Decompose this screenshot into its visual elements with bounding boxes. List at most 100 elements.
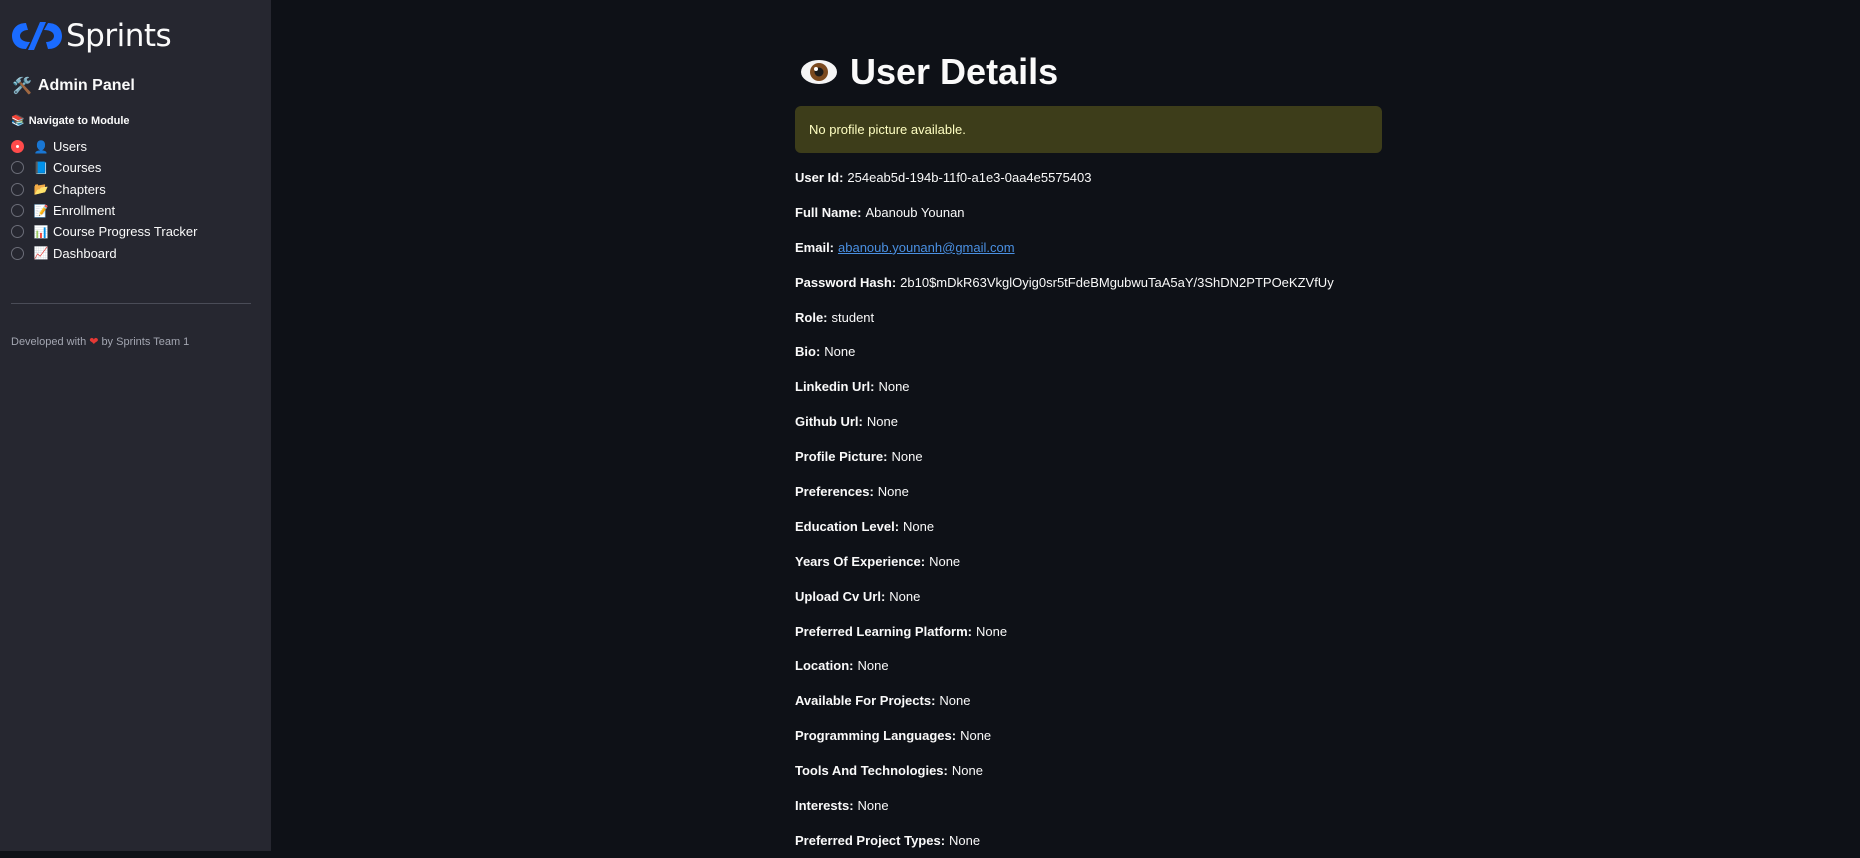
field-label: Preferred Learning Platform: [795,623,972,639]
radio-label-enrollment: Enrollment [53,203,116,219]
radio-label-users: Users [53,139,87,155]
radio-button[interactable] [11,246,24,260]
field-password-hash: Password Hash: 2b10$mDkR63VkglOyig0sr5tFd… [795,265,1382,300]
radio-item-users[interactable]: 👤 Users [11,136,198,157]
field-preferred-project-types: Preferred Project Types: None [795,823,1382,858]
field-label: Available For Projects: [795,693,936,709]
field-label: Email: [795,239,835,255]
field-label: Years Of Experience: [795,553,926,569]
field-value: None [951,763,983,779]
radio-button[interactable] [11,225,24,239]
sprints-logo: Sprints [12,18,172,54]
user-fields: User Id: 254eab5d-194b-11f0-a1e3-0aa4e557… [795,160,1382,858]
field-label: Preferred Project Types: [795,832,946,848]
field-value: None [857,797,889,813]
field-label: Location: [795,658,854,674]
user-icon: 👤 [33,139,49,154]
field-label: Full Name: [795,204,862,220]
footer-suffix: by Sprints Team 1 [101,335,190,348]
radio-button[interactable] [11,204,24,218]
field-preferences: Preferences: None [795,474,1382,509]
field-user-id: User Id: 254eab5d-194b-11f0-a1e3-0aa4e557… [795,160,1382,195]
field-label: Education Level: [795,518,900,534]
field-years-of-experience: Years Of Experience: None [795,544,1382,579]
field-education-level: Education Level: None [795,509,1382,544]
field-email: Email: abanoub.younanh@gmail.com [795,230,1382,265]
page-title: User Details [800,48,1382,96]
main-area: User Details No profile picture availabl… [271,0,1860,851]
folder-icon: 📂 [33,182,49,197]
admin-panel-label: Admin Panel [37,77,135,94]
heart-icon: ❤ [89,336,99,348]
field-label: Programming Languages: [795,728,957,744]
admin-panel-title: 🛠️ Admin Panel [12,76,135,96]
field-value: 2b10$mDkR63VkglOyig0sr5tFdeBMgubwuTaA5aY… [900,274,1334,290]
field-github-url: Github Url: None [795,404,1382,439]
field-location: Location: None [795,648,1382,683]
field-value: None [889,588,921,604]
book-icon: 📘 [33,160,49,175]
field-value: 254eab5d-194b-11f0-a1e3-0aa4e5575403 [847,169,1092,185]
field-label: Preferences: [795,483,874,499]
field-interests: Interests: None [795,788,1382,823]
field-label: Profile Picture: [795,449,888,465]
radio-label-dashboard: Dashboard [53,245,117,261]
user-details-content: User Details No profile picture availabl… [795,48,1382,858]
tools-icon: 🛠️ [12,78,32,95]
field-upload-cv-url: Upload Cv Url: None [795,579,1382,614]
sprints-logo-icon [12,22,62,50]
sidebar: Sprints 🛠️ Admin Panel 📚 Navigate to Mod… [0,0,271,851]
bar-chart-icon: 📊 [33,224,49,239]
field-profile-picture: Profile Picture: None [795,439,1382,474]
field-value: None [939,693,971,709]
radio-button-selected[interactable] [11,140,24,154]
field-available-for-projects: Available For Projects: None [795,683,1382,718]
field-value: None [877,483,909,499]
field-label: User Id: [795,169,844,185]
field-value: None [976,623,1008,639]
radio-item-course-progress-tracker[interactable]: 📊 Course Progress Tracker [11,221,198,242]
radio-item-enrollment[interactable]: 📝 Enrollment [11,200,198,221]
sidebar-footer: Developed with ❤ by Sprints Team 1 [11,335,190,349]
field-role: Role: student [795,300,1382,335]
field-programming-languages: Programming Languages: None [795,718,1382,753]
field-tools-and-technologies: Tools And Technologies: None [795,753,1382,788]
field-value: None [866,414,898,430]
eye-icon [801,60,837,84]
radio-item-chapters[interactable]: 📂 Chapters [11,179,198,200]
navigate-module-label: 📚 Navigate to Module [11,114,130,128]
field-label: Interests: [795,797,854,813]
email-link[interactable]: abanoub.younanh@gmail.com [838,240,1015,255]
radio-label-courses: Courses [53,160,102,176]
field-label: Linkedin Url: [795,379,875,395]
radio-label-chapters: Chapters [53,181,106,197]
field-linkedin-url: Linkedin Url: None [795,369,1382,404]
no-profile-picture-alert: No profile picture available. [795,106,1382,153]
memo-icon: 📝 [33,203,49,218]
field-value: None [960,728,992,744]
field-value: None [929,553,961,569]
field-preferred-learning-platform: Preferred Learning Platform: None [795,614,1382,649]
page-title-text: User Details [850,51,1059,92]
radio-item-dashboard[interactable]: 📈 Dashboard [11,242,198,263]
footer-prefix: Developed with [11,335,87,348]
field-value: None [857,658,889,674]
field-value: None [824,344,856,360]
sidebar-divider [11,303,251,304]
radio-item-courses[interactable]: 📘 Courses [11,157,198,178]
field-label: Role: [795,309,828,325]
field-label: Upload Cv Url: [795,588,886,604]
field-label: Password Hash: [795,274,897,290]
books-icon: 📚 [11,115,25,127]
navigate-module-text: Navigate to Module [28,114,130,127]
field-value: student [831,309,875,325]
field-value: None [878,379,910,395]
field-label: Bio: [795,344,821,360]
field-label: Github Url: [795,414,863,430]
radio-button[interactable] [11,161,24,175]
field-value: None [949,832,981,848]
radio-button[interactable] [11,182,24,196]
logo-text: Sprints [66,18,172,54]
module-radio-group: 👤 Users 📘 Courses 📂 Chapters 📝 Enrollmen… [11,136,198,264]
radio-label-course-progress-tracker: Course Progress Tracker [53,224,198,240]
